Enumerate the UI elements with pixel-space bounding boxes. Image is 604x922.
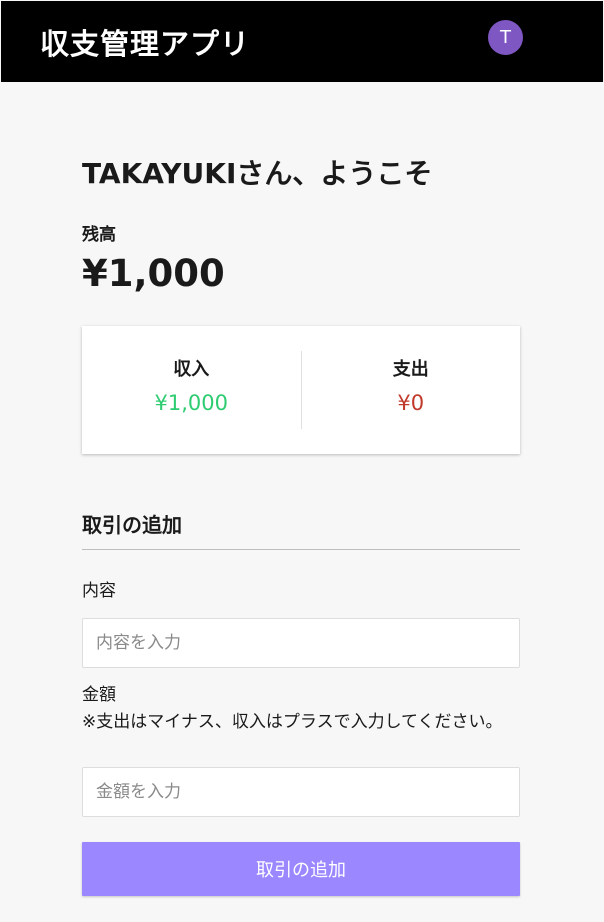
summary-card: 収入 ¥1,000 支出 ¥0	[82, 326, 520, 454]
content-input[interactable]	[82, 618, 520, 668]
expense-value: ¥0	[397, 391, 425, 415]
balance-label: 残高	[82, 225, 116, 245]
app-title: 収支管理アプリ	[40, 27, 251, 61]
income-value: ¥1,000	[154, 391, 228, 415]
add-transaction-title: 取引の追加	[82, 513, 182, 537]
income-summary: 収入 ¥1,000	[82, 351, 302, 429]
welcome-message: TAKAYUKIさん、ようこそ	[82, 157, 433, 190]
section-divider	[82, 549, 520, 550]
amount-label: 金額 ※支出はマイナス、収入はプラスで入力してください。	[82, 685, 503, 732]
expense-label: 支出	[392, 359, 429, 380]
content-label: 内容	[82, 581, 116, 601]
amount-input[interactable]	[82, 767, 520, 817]
expense-summary: 支出 ¥0	[302, 351, 521, 429]
add-transaction-button[interactable]: 取引の追加	[82, 842, 520, 896]
app-header: 収支管理アプリ T	[1, 1, 603, 82]
user-avatar[interactable]: T	[488, 20, 523, 55]
balance-value: ¥1,000	[82, 252, 225, 295]
income-label: 収入	[173, 359, 210, 380]
